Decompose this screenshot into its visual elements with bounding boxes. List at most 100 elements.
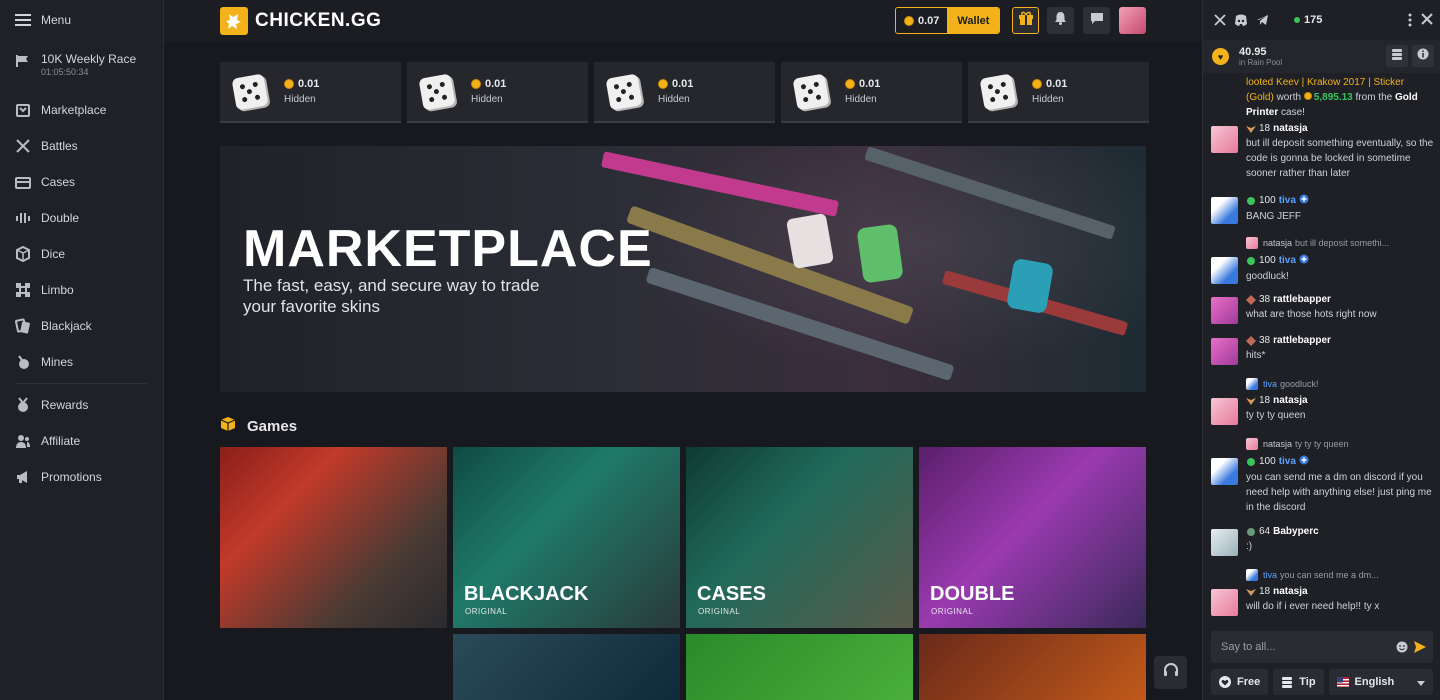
emoji-icon[interactable]	[1396, 641, 1408, 656]
chat-avatar[interactable]	[1211, 398, 1238, 425]
hamburger-icon	[14, 11, 32, 29]
sidebar-item-double[interactable]: Double	[0, 200, 163, 236]
chat-text: hits*	[1246, 350, 1266, 361]
rain-label: in Rain Pool	[1239, 58, 1283, 67]
chat-username[interactable]: rattlebapper	[1273, 294, 1331, 305]
reply-avatar	[1246, 237, 1258, 249]
drop-card[interactable]: 0.01 Hidden	[968, 62, 1149, 123]
chat-reply-preview[interactable]: natasja but ill deposit somethi...	[1246, 237, 1389, 249]
chat-avatar[interactable]	[1211, 529, 1238, 556]
more-options-icon[interactable]	[1408, 13, 1412, 32]
online-dot-icon	[1294, 17, 1300, 23]
bars-icon	[14, 209, 32, 227]
chat-avatar[interactable]	[1211, 197, 1238, 224]
language-select[interactable]: English	[1328, 669, 1433, 695]
telegram-icon[interactable]	[1255, 13, 1269, 27]
tip-button[interactable]: Tip	[1273, 669, 1324, 695]
reply-text: but ill deposit somethi...	[1295, 238, 1390, 248]
chat-username[interactable]: tiva	[1279, 195, 1296, 206]
game-tile-limbo[interactable]	[686, 634, 913, 700]
sidebar-item-promotions[interactable]: Promotions	[0, 459, 163, 495]
coin-icon	[1303, 92, 1312, 100]
drop-card[interactable]: 0.01 Hidden	[594, 62, 775, 123]
sidebar-item-blackjack[interactable]: Blackjack	[0, 308, 163, 344]
send-icon[interactable]	[1413, 640, 1427, 657]
marketplace-banner[interactable]: MARKETPLACE The fast, easy, and secure w…	[220, 146, 1146, 392]
chat-avatar[interactable]	[1211, 126, 1238, 153]
game-tile-blackjack[interactable]: BLACKJACK ORIGINAL	[453, 447, 680, 628]
chat-reply-preview[interactable]: natasja ty ty ty queen	[1246, 438, 1349, 450]
wallet-button[interactable]: Wallet	[947, 8, 1000, 33]
gift-button[interactable]	[1012, 7, 1039, 34]
drop-card[interactable]: 0.01 Hidden	[407, 62, 588, 123]
menu-label: Menu	[41, 13, 72, 27]
rain-stack-button[interactable]	[1386, 45, 1408, 67]
chat-level: 100	[1259, 456, 1276, 467]
rain-amount: 40.95	[1239, 46, 1267, 58]
free-label: Free	[1237, 676, 1261, 688]
chat-reply-preview[interactable]: tiva goodluck!	[1246, 378, 1319, 390]
close-chat-icon[interactable]	[1420, 12, 1434, 31]
chat-username[interactable]: Babyperc	[1273, 526, 1319, 537]
chat-username[interactable]: natasja	[1273, 395, 1307, 406]
drop-value: 0.01	[672, 78, 694, 90]
sidebar-item-marketplace[interactable]: Marketplace	[0, 92, 163, 128]
x-twitter-icon[interactable]	[1213, 13, 1227, 27]
discord-icon[interactable]	[1234, 13, 1248, 27]
game-tile-dice[interactable]	[453, 634, 680, 700]
sidebar-item-limbo[interactable]: Limbo	[0, 272, 163, 308]
drop-card[interactable]: 0.01 Hidden	[220, 62, 401, 123]
chat-avatar[interactable]	[1211, 338, 1238, 365]
chat-avatar[interactable]	[1211, 589, 1238, 616]
coin-icon	[658, 79, 668, 89]
sidebar-item-cases[interactable]: Cases	[0, 164, 163, 200]
support-button[interactable]	[1154, 656, 1187, 689]
chat-text: ty ty ty queen	[1246, 410, 1306, 421]
chat-toggle-button[interactable]	[1083, 7, 1110, 34]
chat-avatar[interactable]	[1211, 297, 1238, 324]
drop-card[interactable]: 0.01 Hidden	[781, 62, 962, 123]
chat-username[interactable]: natasja	[1273, 586, 1307, 597]
user-avatar[interactable]	[1119, 7, 1146, 34]
game-tile-battles[interactable]	[220, 447, 447, 628]
menu-toggle[interactable]: Menu	[0, 0, 163, 40]
weekly-race[interactable]: 10K Weekly Race 01:05:50:34	[0, 40, 163, 92]
sidebar-item-affiliate[interactable]: Affiliate	[0, 423, 163, 459]
live-drops: 0.01 Hidden 0.01 Hidden 0.01 Hidden 0.01 Hid…	[220, 62, 1149, 123]
sidebar-item-mines[interactable]: Mines	[0, 344, 163, 380]
mine-icon	[14, 353, 32, 371]
brand-logo[interactable]: CHICKEN.GG	[220, 7, 381, 35]
chat-level: 38	[1259, 335, 1271, 346]
chat-username[interactable]: natasja	[1273, 123, 1307, 134]
chat-message: 100 tiva BANG JEFF	[1211, 194, 1436, 224]
sidebar-item-dice[interactable]: Dice	[0, 236, 163, 272]
rain-info-button[interactable]	[1412, 45, 1434, 67]
rain-pool[interactable]: ♥ 40.95 in Rain Pool	[1203, 40, 1440, 73]
game-tile-mines[interactable]	[919, 634, 1146, 700]
sidebar-item-battles[interactable]: Battles	[0, 128, 163, 164]
chat-actions: Free Tip English	[1211, 669, 1433, 695]
medal-icon	[14, 396, 32, 414]
notifications-button[interactable]	[1047, 7, 1074, 34]
reply-username: natasja	[1263, 439, 1293, 449]
games-title: Games	[247, 417, 298, 435]
chat-username[interactable]: rattlebapper	[1273, 335, 1331, 346]
sidebar-item-rewards[interactable]: Rewards	[0, 387, 163, 423]
sidebar-item-label: Cases	[41, 175, 76, 189]
balance-widget[interactable]: 0.07 Wallet	[895, 7, 1001, 34]
drop-value: 0.01	[859, 78, 881, 90]
cube-icon	[14, 245, 32, 263]
chat-bubble-icon	[1090, 12, 1104, 30]
chat-avatar[interactable]	[1211, 257, 1238, 284]
reply-text: goodluck!	[1280, 379, 1319, 389]
chat-username[interactable]: tiva	[1279, 456, 1296, 467]
chat-avatar[interactable]	[1211, 458, 1238, 485]
chat-reply-preview[interactable]: tiva you can send me a dm...	[1246, 569, 1379, 581]
chat-input[interactable]: Say to all...	[1211, 631, 1433, 663]
free-button[interactable]: Free	[1211, 669, 1269, 695]
chat-username[interactable]: tiva	[1279, 255, 1296, 266]
game-tile-cases[interactable]: CASES ORIGINAL	[686, 447, 913, 628]
chat-level: 18	[1259, 395, 1271, 406]
race-title: 10K Weekly Race	[41, 52, 137, 66]
game-tile-double[interactable]: DOUBLE ORIGINAL	[919, 447, 1146, 628]
